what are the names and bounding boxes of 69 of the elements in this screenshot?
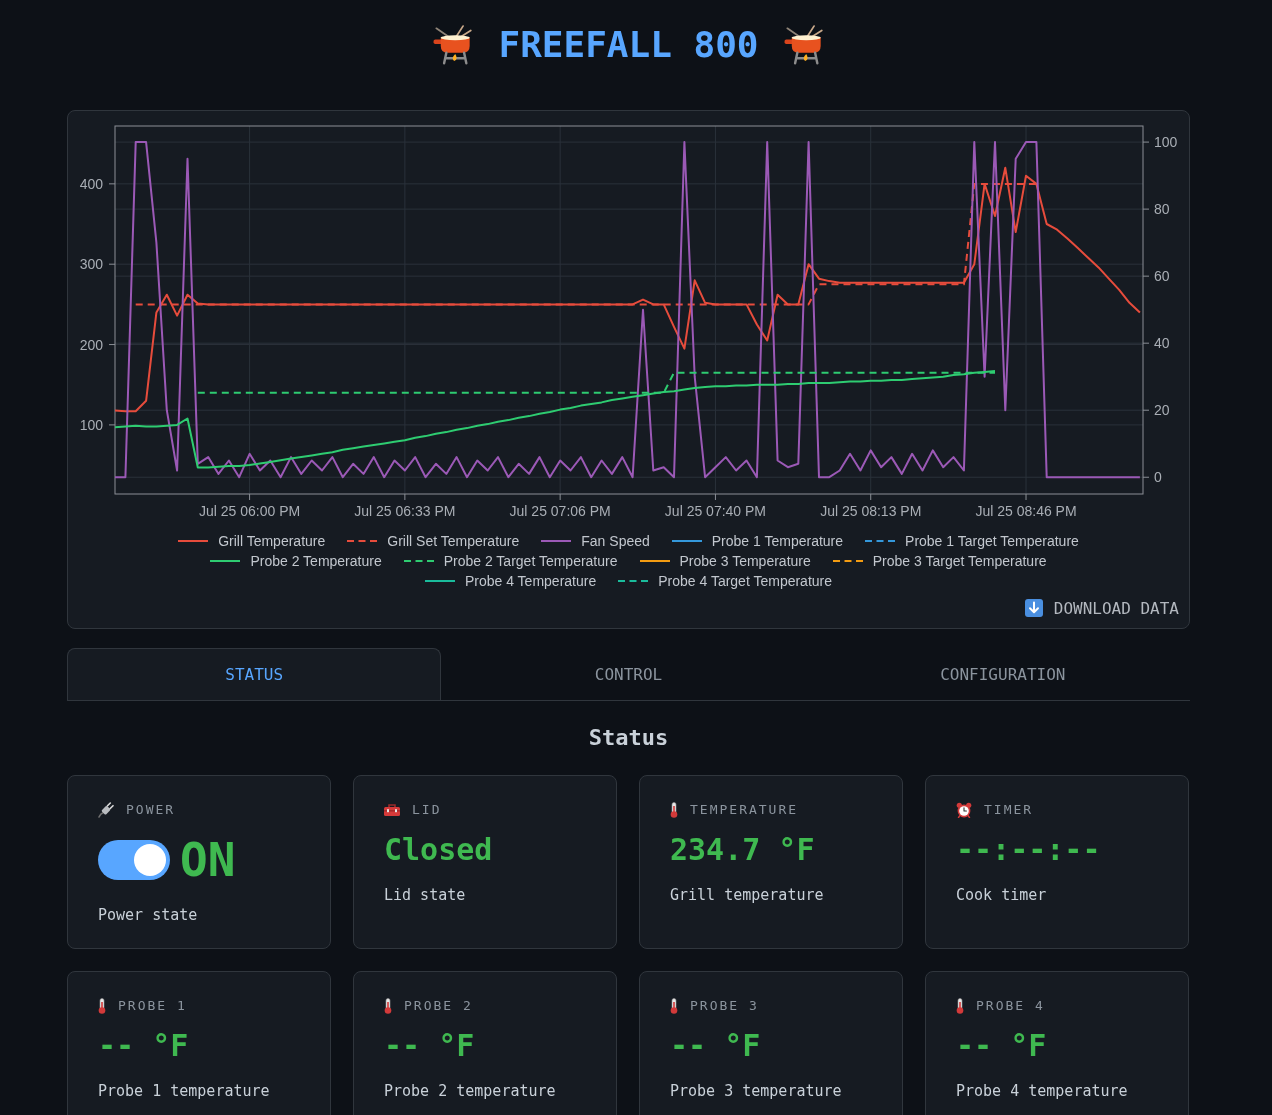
card-description: Probe 2 temperature [384,1081,557,1101]
card-label: TEMPERATURE [690,802,799,818]
y-axis-label: 60 [1154,268,1170,285]
x-axis-label: Jul 25 08:13 PM [820,503,922,519]
plug-icon [98,802,114,818]
x-axis-label: Jul 25 06:00 PM [199,503,301,519]
x-axis-label: Jul 25 08:46 PM [975,503,1077,519]
card-value: -- °F [384,1028,476,1064]
fondue-pot-icon [433,25,474,65]
thermometer-icon [98,998,106,1014]
card-label: POWER [126,802,176,818]
card-label: LID [412,802,442,818]
legend-label: Probe 4 Temperature [464,572,597,591]
card-description: Probe 4 temperature [956,1081,1129,1101]
power-value: ON [180,836,236,884]
y-axis-label: 80 [1154,201,1170,218]
y-axis-label: 200 [79,336,103,353]
y-axis-label: 0 [1154,469,1162,486]
thermometer-icon [956,998,964,1014]
card-label: TIMER [984,802,1034,818]
legend-label: Probe 4 Target Temperature [658,572,833,591]
legend-label: Probe 2 Target Temperature [443,552,618,571]
card-value: Closed [384,832,494,868]
y-axis-label: 20 [1154,402,1170,419]
card-value: -- °F [670,1028,762,1064]
tab[interactable]: STATUS [67,648,442,700]
section-title: Status [587,724,670,752]
y-axis-label: 300 [79,256,103,273]
card-description: Power state [98,905,199,925]
y-axis-label: 40 [1154,335,1170,352]
thermometer-icon [384,998,392,1014]
card-value: --:--:-- [956,832,1102,868]
x-axis-label: Jul 25 07:40 PM [664,503,767,519]
toolbox-icon [384,804,400,816]
download-button[interactable]: DOWNLOAD DATA [1022,596,1181,620]
y-axis-label: 100 [79,416,103,433]
legend-label: Probe 3 Target Temperature [872,552,1047,571]
tab[interactable]: CONFIGURATION [815,648,1190,700]
legend-label: Probe 3 Temperature [679,552,811,571]
card-label: PROBE 2 [404,998,473,1014]
fondue-pot-icon [783,25,824,65]
card-description: Lid state [384,885,467,905]
card-value: -- °F [956,1028,1048,1064]
legend-label: Probe 2 Temperature [250,552,382,571]
x-axis-label: Jul 25 06:33 PM [354,503,456,519]
card-label: PROBE 3 [690,998,759,1014]
alarm-clock-icon [956,802,972,818]
card-value: 234.7 °F [670,832,816,868]
tab[interactable]: CONTROL [441,648,816,700]
card-value: -- °F [98,1028,190,1064]
y-axis-label: 400 [79,175,103,192]
legend-label: Probe 1 Temperature [711,532,844,551]
legend-label: Grill Temperature [218,532,326,551]
download-icon [1024,599,1043,617]
x-axis-label: Jul 25 07:06 PM [509,503,611,519]
card-description: Probe 1 temperature [98,1081,271,1101]
thermometer-icon [670,998,678,1014]
card-description: Grill temperature [670,885,825,905]
y-axis-label: 100 [1154,134,1178,151]
card-label: PROBE 4 [976,998,1045,1014]
legend-label: Fan Speed [581,532,650,551]
legend-label: Probe 1 Target Temperature [905,532,1079,551]
thermometer-icon [670,802,678,818]
card-description: Probe 3 temperature [670,1081,843,1101]
legend-label: Grill Set Temperature [387,532,520,551]
app-title: FREEFALL 800 [498,23,759,67]
card-description: Cook timer [956,885,1048,905]
power-toggle[interactable] [98,840,170,880]
card-label: PROBE 1 [118,998,187,1014]
